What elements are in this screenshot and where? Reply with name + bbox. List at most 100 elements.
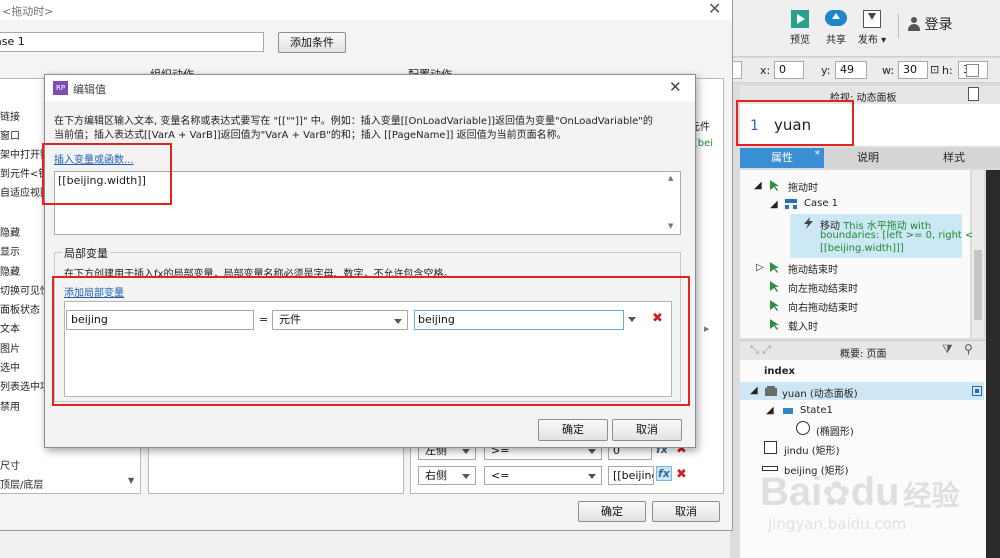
page-icon[interactable] bbox=[968, 87, 979, 101]
event-swipe-right-end[interactable]: 向右拖动结束时 bbox=[788, 299, 858, 314]
expand-icon[interactable]: ◢ bbox=[754, 180, 762, 191]
hidden-checkbox[interactable] bbox=[966, 64, 979, 77]
action-list-item[interactable]: 面板状态 bbox=[0, 301, 40, 316]
outline-header: ⤡ ⤢ 概要: 页面 ⧩ ⚲ bbox=[740, 340, 1000, 361]
tab-properties[interactable]: 属性 * bbox=[740, 148, 824, 168]
bound-right-value[interactable]: [[beijing bbox=[608, 466, 654, 485]
editor-scroll-down[interactable]: ▼ bbox=[668, 222, 673, 230]
local-vars-title: 局部变量 bbox=[62, 245, 110, 261]
event-load[interactable]: 载入时 bbox=[788, 318, 818, 333]
case-name-input[interactable]: ase 1 bbox=[0, 32, 264, 52]
collapse-icon[interactable]: ▷ bbox=[756, 262, 764, 273]
watermark-brand: Bai bbox=[760, 470, 823, 514]
expand-icon[interactable]: ◢ bbox=[770, 199, 778, 210]
publish-icon bbox=[863, 10, 881, 28]
visibility-icon[interactable] bbox=[972, 386, 982, 396]
rectangle-icon bbox=[764, 441, 777, 454]
outline-item-ellipse[interactable]: (椭圆形) bbox=[816, 423, 854, 438]
case-editor-title: <拖动时> bbox=[2, 5, 54, 18]
action-list-item[interactable]: 选中 bbox=[0, 359, 20, 374]
action-list-item[interactable]: 文本 bbox=[0, 320, 20, 335]
action-list-item[interactable]: 切换可见性 bbox=[0, 282, 50, 297]
inspector-tabs: 属性 * 说明 样式 bbox=[740, 148, 1000, 168]
outline-item-jindu[interactable]: jindu (矩形) bbox=[784, 442, 840, 457]
action-list-item[interactable]: 尺寸 bbox=[0, 457, 20, 472]
action-line-2: boundaries: [left >= 0, right <= bbox=[820, 230, 982, 241]
delete-icon[interactable]: ✖ bbox=[676, 468, 687, 482]
user-icon bbox=[908, 17, 920, 31]
y-input[interactable]: 49 bbox=[835, 61, 867, 79]
baidu-watermark: Bai✿du 经验 jingyan.baidu.com bbox=[760, 470, 959, 533]
w-label: w: bbox=[882, 64, 895, 77]
y-label: y: bbox=[821, 64, 831, 77]
lock-ratio-icon[interactable]: ⊡ bbox=[930, 63, 939, 76]
close-icon[interactable]: ✕ bbox=[708, 0, 721, 18]
event-swipe-left-end[interactable]: 向左拖动结束时 bbox=[788, 280, 858, 295]
preview-button[interactable]: 预览 bbox=[782, 10, 818, 48]
outline-nav-icon[interactable]: ⤡ ⤢ bbox=[750, 343, 771, 357]
event-icon bbox=[768, 299, 782, 311]
watermark-url: jingyan.baidu.com bbox=[768, 515, 907, 533]
preview-label: 预览 bbox=[790, 35, 810, 46]
event-drag-end[interactable]: 拖动结束时 bbox=[788, 261, 838, 276]
edit-cancel-button[interactable]: 取消 bbox=[612, 419, 682, 441]
event-icon bbox=[768, 179, 782, 191]
close-icon[interactable]: ✕ bbox=[669, 78, 682, 96]
bound-right-operator[interactable]: <= bbox=[484, 466, 602, 485]
event-drag[interactable]: 拖动时 bbox=[788, 179, 818, 194]
outline-page-index[interactable]: index bbox=[764, 366, 795, 377]
case-cancel-button[interactable]: 取消 bbox=[652, 501, 720, 522]
bound-right-select[interactable]: 右侧 bbox=[418, 466, 476, 485]
add-condition-button[interactable]: 添加条件 bbox=[278, 32, 346, 53]
event-icon bbox=[768, 318, 782, 330]
action-list-item[interactable]: 顶层/底层 bbox=[0, 476, 43, 491]
outline-item-yuan[interactable]: yuan (动态面板) bbox=[782, 385, 858, 400]
fx-button[interactable]: fx bbox=[656, 466, 672, 481]
paw-icon: ✿ bbox=[822, 474, 851, 514]
event-tree-scrollbar[interactable] bbox=[972, 170, 984, 338]
edit-value-titlebar: RP 编辑值 ✕ bbox=[45, 75, 695, 101]
action-list-item[interactable]: 隐藏 bbox=[0, 263, 20, 278]
w-input[interactable]: 30 bbox=[898, 61, 928, 79]
action-list-item[interactable]: 列表选中项 bbox=[0, 378, 50, 393]
event-icon bbox=[768, 261, 782, 273]
right-edge-strip bbox=[986, 170, 1000, 558]
share-label: 共享 bbox=[826, 35, 846, 46]
case-1[interactable]: Case 1 bbox=[804, 198, 838, 209]
publish-button[interactable]: 发布 ▾ bbox=[854, 10, 890, 48]
cloud-upload-icon bbox=[825, 10, 847, 26]
action-list-item[interactable]: 隐藏 bbox=[0, 224, 20, 239]
edit-ok-button[interactable]: 确定 bbox=[538, 419, 608, 441]
outline-title: 概要: 页面 bbox=[840, 349, 887, 360]
toolbar-divider bbox=[898, 14, 899, 38]
action-list-item[interactable]: 链接 bbox=[0, 108, 20, 123]
share-button[interactable]: 共享 bbox=[818, 10, 854, 48]
expand-icon[interactable]: ◢ bbox=[766, 405, 774, 416]
action-list-item[interactable]: 显示 bbox=[0, 243, 20, 258]
action-list-item[interactable]: 禁用 bbox=[0, 398, 20, 413]
x-input[interactable]: 0 bbox=[774, 61, 804, 79]
login-label: 登录 bbox=[924, 17, 953, 33]
tab-style[interactable]: 样式 bbox=[912, 148, 996, 168]
config-scroll-arrow[interactable]: ▶ bbox=[704, 325, 709, 333]
search-icon[interactable]: ⚲ bbox=[964, 342, 973, 356]
preview-icon bbox=[791, 10, 809, 28]
ellipse-icon bbox=[796, 421, 810, 435]
editor-scroll-up[interactable]: ▲ bbox=[668, 174, 673, 182]
tab-notes[interactable]: 说明 bbox=[826, 148, 910, 168]
login-button[interactable]: 登录 bbox=[908, 14, 952, 36]
annotation-box-yuan bbox=[736, 100, 854, 146]
action-list-scroll-arrow[interactable]: ▼ bbox=[128, 476, 134, 485]
event-tree: ◢ 拖动时 ◢ Case 1 移动 This 水平拖动 with boundar… bbox=[740, 170, 982, 338]
rp-logo-icon: RP bbox=[53, 81, 68, 95]
instructions-line-1: 在下方编辑区输入文本, 变量名称或表达式要写在 "[[""]]" 中。例如：插入… bbox=[54, 116, 653, 127]
annotation-box-local-var bbox=[52, 276, 690, 406]
dynamic-panel-icon bbox=[764, 385, 778, 397]
action-list-item[interactable]: 窗口 bbox=[0, 127, 20, 142]
filter-icon[interactable]: ⧩ bbox=[942, 342, 953, 357]
case-ok-button[interactable]: 确定 bbox=[578, 501, 646, 522]
outline-item-state1[interactable]: State1 bbox=[800, 405, 833, 416]
action-list-item[interactable]: 图片 bbox=[0, 340, 20, 355]
expand-icon[interactable]: ◢ bbox=[750, 385, 758, 396]
publish-label: 发布 ▾ bbox=[857, 35, 887, 46]
